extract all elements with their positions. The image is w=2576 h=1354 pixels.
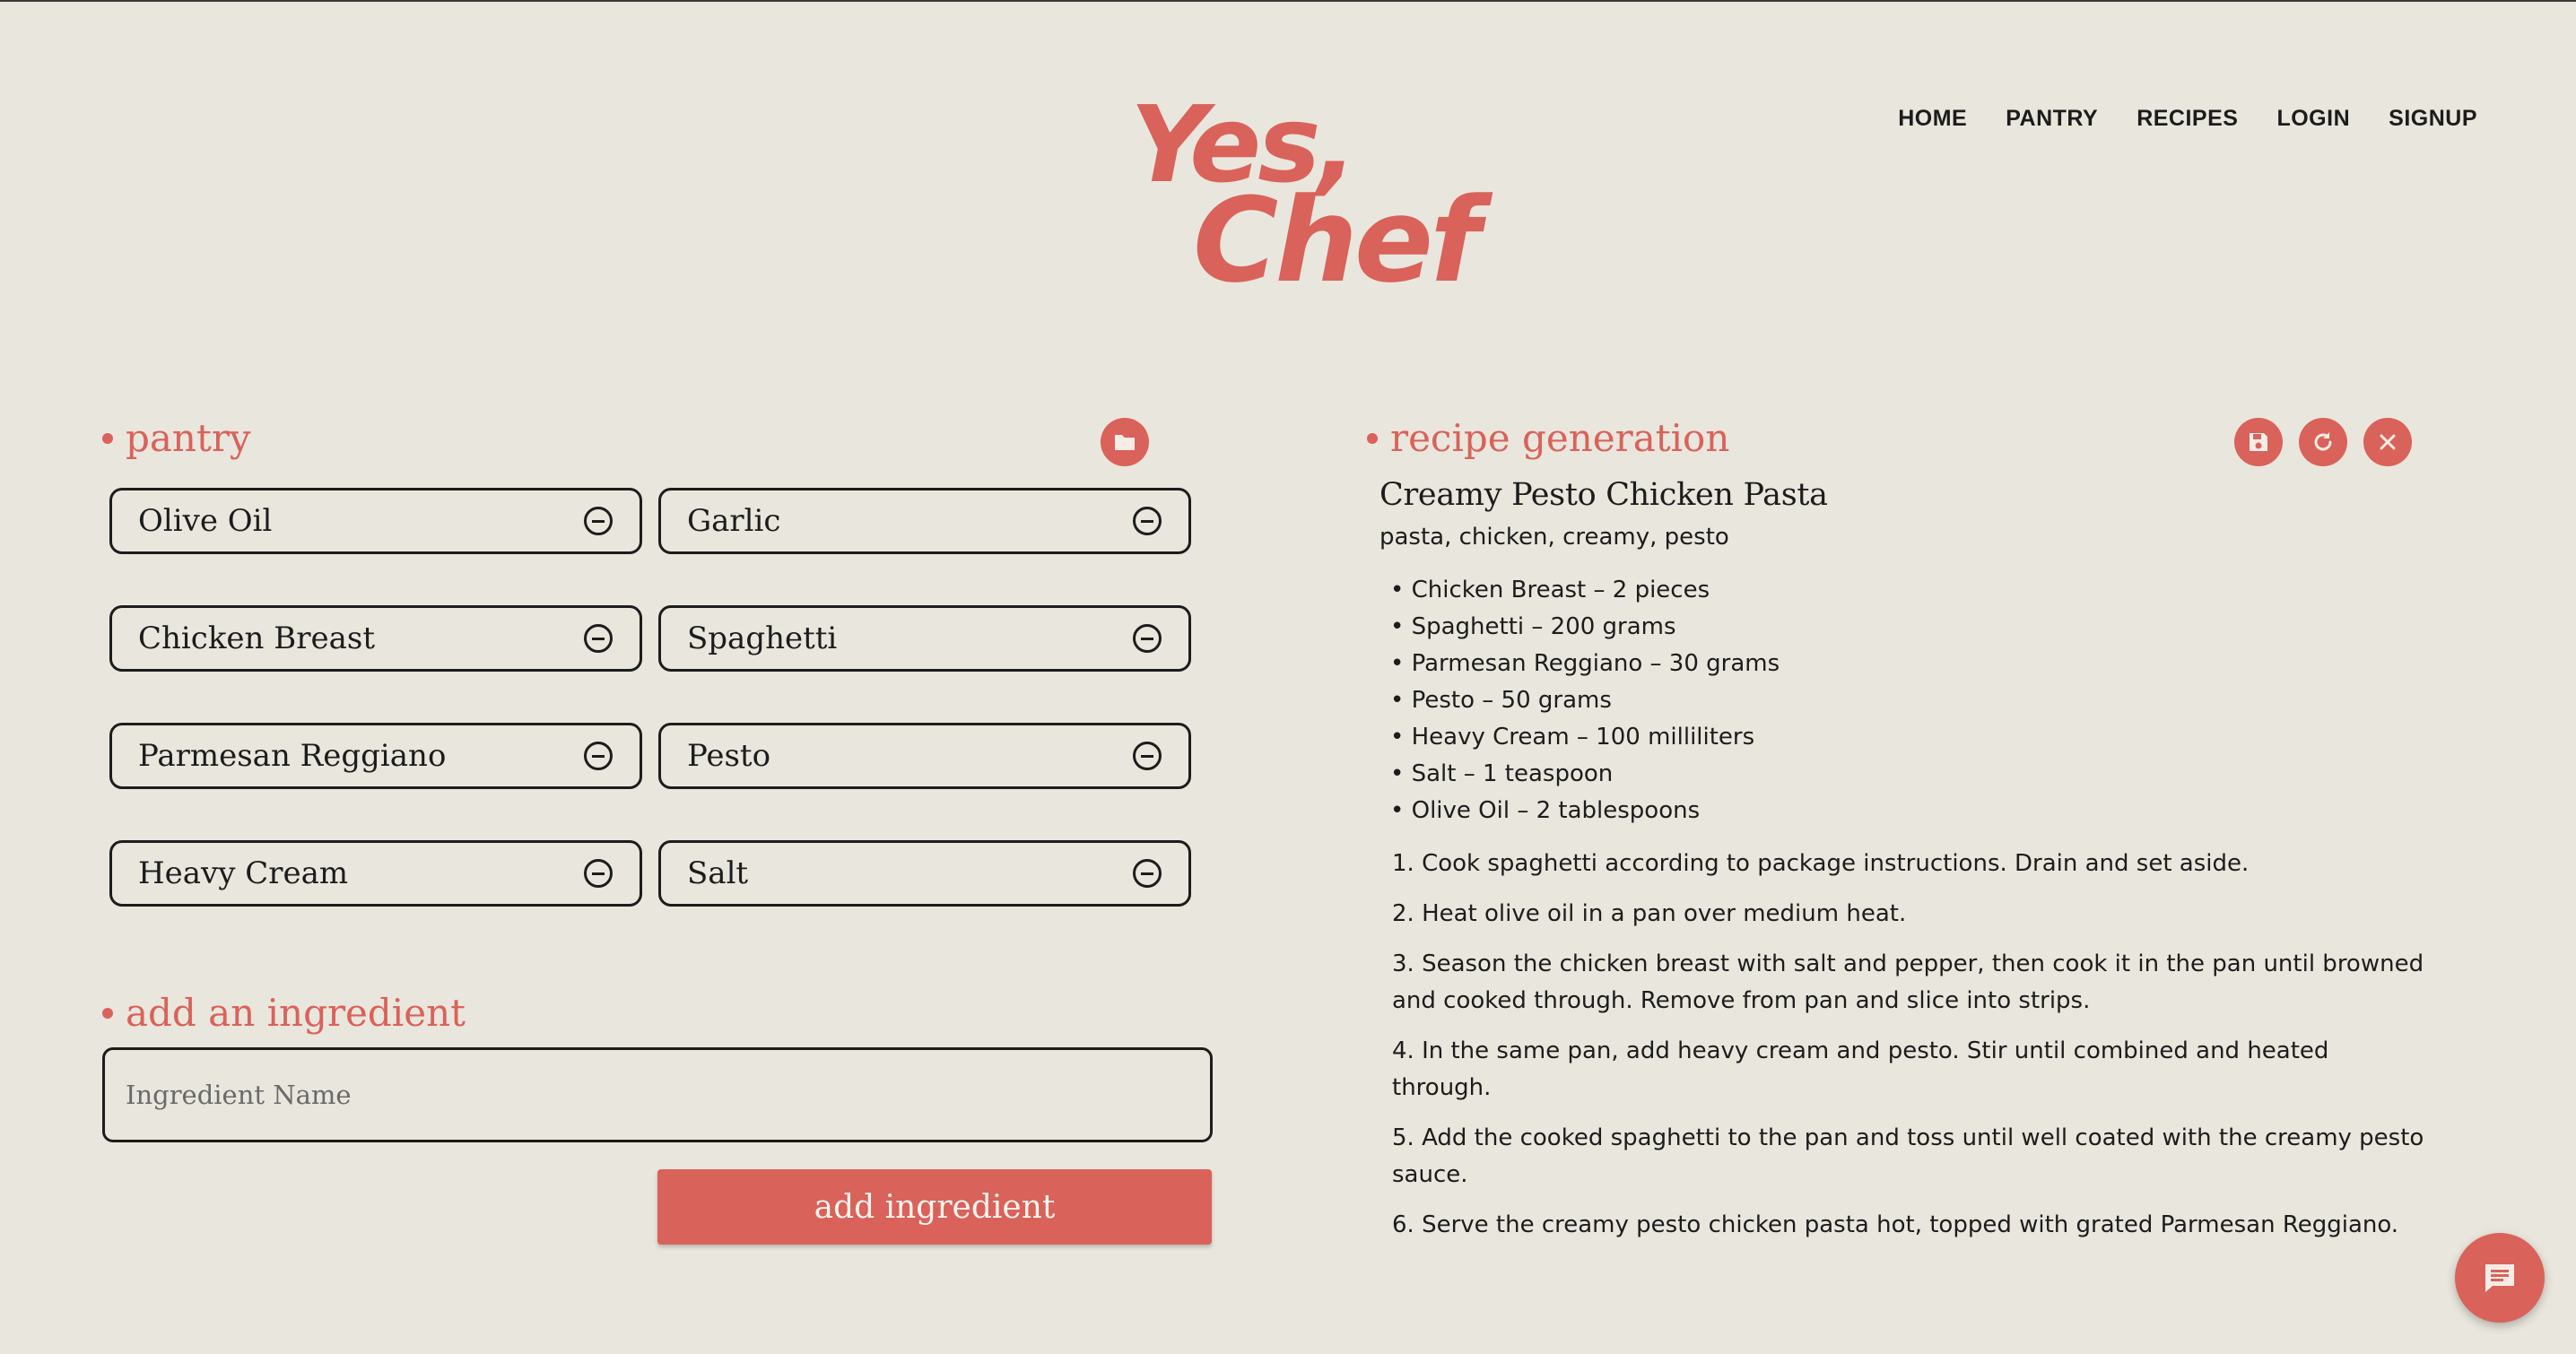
recipe-step: 6. Serve the creamy pesto chicken pasta …	[1392, 1211, 2399, 1238]
nav-signup[interactable]: SIGNUP	[2389, 106, 2477, 132]
remove-icon[interactable]	[1133, 624, 1162, 653]
add-ingredient-bullet	[102, 1007, 113, 1019]
remove-icon[interactable]	[1133, 742, 1162, 770]
recipe-tags: pasta, chicken, creamy, pesto	[1379, 524, 1729, 551]
ingredient-name-input[interactable]	[102, 1047, 1213, 1142]
nav-login[interactable]: LOGIN	[2276, 106, 2350, 132]
add-ingredient-title: add an ingredient	[126, 991, 466, 1035]
pantry-item-label: Chicken Breast	[138, 621, 375, 656]
save-recipe-button[interactable]	[2234, 418, 2283, 466]
recipe-ingredient: • Heavy Cream – 100 milliliters	[1390, 724, 1755, 751]
recipe-section-title: recipe generation	[1390, 416, 1730, 460]
add-ingredient-heading: add an ingredient	[102, 991, 466, 1035]
pantry-grid: Olive Oil Garlic Chicken Breast Spaghett…	[109, 488, 1191, 907]
remove-icon[interactable]	[584, 859, 613, 888]
recipe-step: 5. Add the cooked spaghetti to the pan a…	[1392, 1124, 2424, 1188]
pantry-item: Salt	[658, 840, 1191, 907]
add-ingredient-button[interactable]: add ingredient	[657, 1169, 1212, 1245]
recipe-ingredient-list: • Chicken Breast – 2 pieces • Spaghetti …	[1390, 572, 2429, 829]
pantry-item: Spaghetti	[658, 605, 1191, 672]
remove-icon[interactable]	[584, 507, 613, 535]
recipe-bullet	[1367, 432, 1378, 444]
nav-home[interactable]: HOME	[1898, 106, 1967, 132]
remove-icon[interactable]	[584, 624, 613, 653]
pantry-item: Heavy Cream	[109, 840, 642, 907]
pantry-item-label: Spaghetti	[687, 621, 838, 656]
main-nav: HOME PANTRY RECIPES LOGIN SIGNUP	[1898, 106, 2477, 132]
pantry-item: Pesto	[658, 723, 1191, 789]
recipe-step: 3. Season the chicken breast with salt a…	[1392, 950, 2424, 1014]
open-pantry-button[interactable]	[1101, 418, 1149, 466]
chat-button[interactable]	[2455, 1233, 2545, 1323]
pantry-title: pantry	[126, 416, 251, 460]
recipe-panel: Creamy Pesto Chicken Pasta pasta, chicke…	[1379, 477, 2429, 1257]
pantry-item-label: Heavy Cream	[138, 855, 349, 891]
logo-line-2: Chef	[1193, 172, 1481, 308]
recipe-ingredient: • Spaghetti – 200 grams	[1390, 613, 1676, 640]
recipe-title: Creamy Pesto Chicken Pasta	[1379, 477, 1828, 513]
pantry-item-label: Pesto	[687, 738, 771, 774]
recipe-heading: recipe generation	[1367, 416, 1729, 460]
folder-icon	[1115, 435, 1135, 450]
chat-icon	[2485, 1264, 2514, 1292]
pantry-item-label: Salt	[687, 855, 749, 891]
recipe-ingredient: • Salt – 1 teaspoon	[1390, 760, 1614, 787]
pantry-item-label: Olive Oil	[138, 503, 273, 539]
recipe-ingredient: • Chicken Breast – 2 pieces	[1390, 577, 1710, 603]
recipe-steps: 1. Cook spaghetti according to package i…	[1392, 846, 2429, 1244]
pantry-item: Parmesan Reggiano	[109, 723, 642, 789]
close-recipe-button[interactable]	[2363, 418, 2412, 466]
pantry-item: Olive Oil	[109, 488, 642, 554]
pantry-item-label: Garlic	[687, 503, 781, 539]
recipe-ingredient: • Pesto – 50 grams	[1390, 687, 1612, 714]
recipe-ingredient: • Parmesan Reggiano – 30 grams	[1390, 650, 1780, 677]
recipe-step: 1. Cook spaghetti according to package i…	[1392, 850, 2250, 877]
nav-recipes[interactable]: RECIPES	[2137, 106, 2238, 132]
save-icon	[2250, 433, 2267, 451]
remove-icon[interactable]	[584, 742, 613, 770]
recipe-step: 2. Heat olive oil in a pan over medium h…	[1392, 900, 1907, 927]
pantry-bullet	[102, 432, 113, 444]
nav-pantry[interactable]: PANTRY	[2006, 106, 2098, 132]
pantry-item: Chicken Breast	[109, 605, 642, 672]
pantry-heading: pantry	[102, 416, 251, 460]
recipe-ingredient: • Olive Oil – 2 tablespoons	[1390, 797, 1701, 824]
remove-icon[interactable]	[1133, 507, 1162, 535]
recipe-step: 4. In the same pan, add heavy cream and …	[1392, 1037, 2329, 1101]
refresh-icon	[2314, 432, 2332, 451]
logo[interactable]: Yes, Chef	[1103, 82, 1481, 325]
remove-icon[interactable]	[1133, 859, 1162, 888]
pantry-item-label: Parmesan Reggiano	[138, 738, 447, 774]
close-icon	[2380, 434, 2396, 450]
pantry-item: Garlic	[658, 488, 1191, 554]
regenerate-recipe-button[interactable]	[2299, 418, 2347, 466]
